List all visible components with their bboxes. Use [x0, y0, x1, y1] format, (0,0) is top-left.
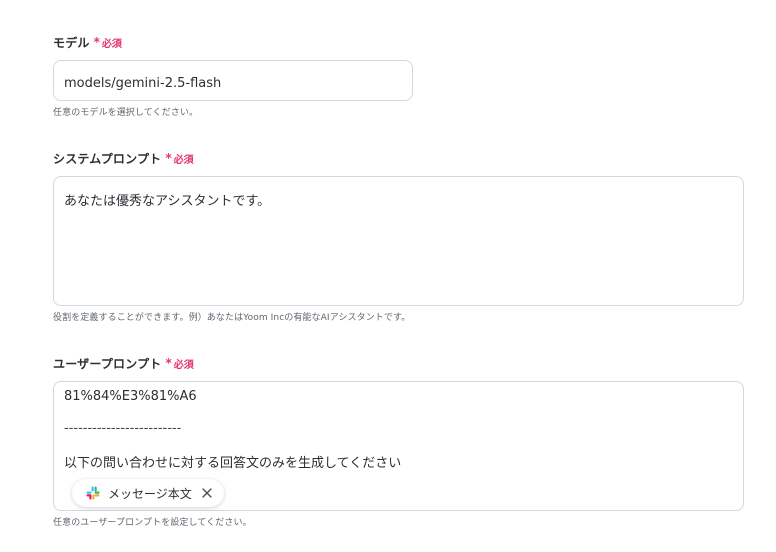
user-prompt-line-3: 以下の問い合わせに対する回答文のみを生成してください	[64, 456, 402, 471]
system-prompt-field: システムプロンプト * 必須	[53, 149, 194, 167]
user-prompt-field: ユーザープロンプト * 必須	[53, 354, 194, 372]
user-prompt-required-badge: * 必須	[165, 356, 193, 371]
user-prompt-line-1: 81%84%E3%81%A6	[64, 389, 197, 404]
model-help-text: 任意のモデルを選択してください。	[53, 108, 199, 118]
model-input[interactable]: models/gemini-2.5-flash	[53, 60, 413, 101]
model-label-row: モデル * 必須	[53, 33, 122, 51]
message-body-chip-label: メッセージ本文	[108, 486, 192, 501]
model-input-value: models/gemini-2.5-flash	[64, 76, 222, 91]
model-label: モデル	[53, 35, 90, 50]
user-prompt-help-text: 任意のユーザープロンプトを設定してください。	[53, 518, 252, 528]
required-asterisk-icon: *	[165, 356, 172, 370]
slack-icon	[86, 486, 100, 500]
required-asterisk-icon: *	[93, 35, 100, 49]
system-prompt-label: システムプロンプト	[53, 151, 162, 166]
system-prompt-help-text: 役割を定義することができます。例）あなたはYoom Incの有能なAIアシスタン…	[53, 313, 411, 323]
model-required-badge: * 必須	[94, 35, 122, 50]
close-icon[interactable]	[200, 486, 214, 500]
system-prompt-label-row: システムプロンプト * 必須	[53, 149, 194, 167]
message-body-chip[interactable]: メッセージ本文	[72, 479, 224, 507]
system-prompt-textarea[interactable]: あなたは優秀なアシスタントです。	[53, 176, 744, 306]
system-prompt-value: あなたは優秀なアシスタントです。	[64, 194, 271, 209]
model-field: モデル * 必須	[53, 33, 122, 51]
user-prompt-line-2: -------------------------	[64, 421, 182, 436]
user-prompt-label-row: ユーザープロンプト * 必須	[53, 354, 194, 372]
model-required-text: 必須	[101, 38, 122, 50]
user-prompt-textarea[interactable]: 81%84%E3%81%A6 -------------------------…	[53, 381, 744, 511]
user-prompt-required-text: 必須	[173, 359, 194, 371]
system-prompt-required-text: 必須	[173, 154, 194, 166]
user-prompt-label: ユーザープロンプト	[53, 356, 162, 371]
system-prompt-required-badge: * 必須	[165, 151, 193, 166]
required-asterisk-icon: *	[165, 151, 172, 165]
